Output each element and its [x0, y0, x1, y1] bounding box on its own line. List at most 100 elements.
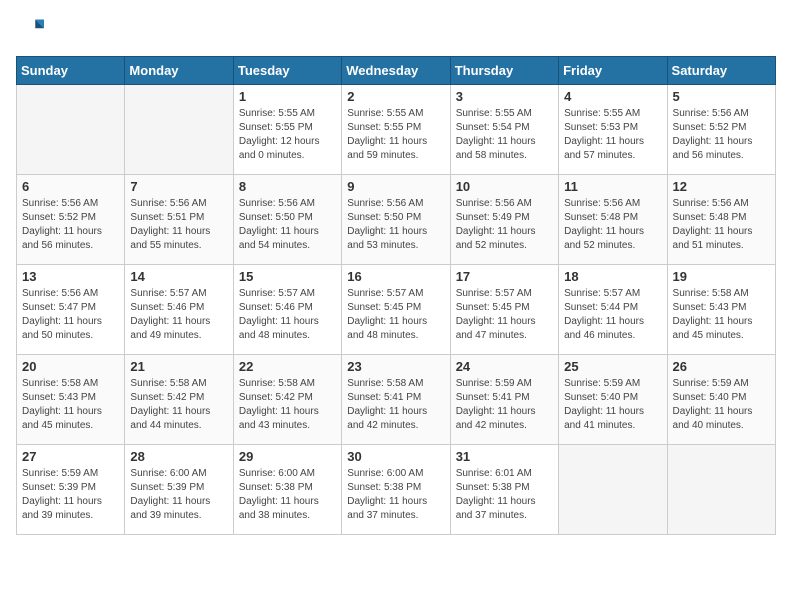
day-info: Sunrise: 5:56 AM Sunset: 5:52 PM Dayligh…: [22, 197, 119, 253]
day-number: 29: [239, 449, 336, 464]
day-number: 25: [564, 359, 661, 374]
day-number: 19: [673, 269, 770, 284]
calendar-cell: 11 Sunrise: 5:56 AM Sunset: 5:48 PM Dayli…: [559, 175, 667, 265]
day-number: 1: [239, 89, 336, 104]
day-number: 31: [456, 449, 553, 464]
calendar-cell: [125, 85, 233, 175]
day-number: 11: [564, 179, 661, 194]
calendar-week-row: 20 Sunrise: 5:58 AM Sunset: 5:43 PM Dayli…: [17, 355, 776, 445]
day-number: 23: [347, 359, 444, 374]
day-info: Sunrise: 5:56 AM Sunset: 5:47 PM Dayligh…: [22, 287, 119, 343]
weekday-header: Friday: [559, 57, 667, 85]
day-info: Sunrise: 5:59 AM Sunset: 5:39 PM Dayligh…: [22, 467, 119, 523]
day-info: Sunrise: 5:59 AM Sunset: 5:40 PM Dayligh…: [673, 377, 770, 433]
day-info: Sunrise: 5:58 AM Sunset: 5:41 PM Dayligh…: [347, 377, 444, 433]
day-info: Sunrise: 6:00 AM Sunset: 5:38 PM Dayligh…: [347, 467, 444, 523]
day-info: Sunrise: 5:57 AM Sunset: 5:46 PM Dayligh…: [130, 287, 227, 343]
calendar-cell: 10Sunrise: 5:56 AM Sunset: 5:49 PM Dayli…: [450, 175, 558, 265]
weekday-header: Wednesday: [342, 57, 450, 85]
day-info: Sunrise: 5:55 AM Sunset: 5:55 PM Dayligh…: [347, 107, 444, 163]
calendar-table: SundayMondayTuesdayWednesdayThursdayFrid…: [16, 56, 776, 535]
calendar-cell: [667, 445, 775, 535]
calendar-cell: 24 Sunrise: 5:59 AM Sunset: 5:41 PM Dayli…: [450, 355, 558, 445]
calendar-cell: 5 Sunrise: 5:56 AM Sunset: 5:52 PM Daylig…: [667, 85, 775, 175]
calendar-cell: 14Sunrise: 5:57 AM Sunset: 5:46 PM Dayli…: [125, 265, 233, 355]
calendar-cell: 29 Sunrise: 6:00 AM Sunset: 5:38 PM Dayli…: [233, 445, 341, 535]
calendar-cell: 17 Sunrise: 5:57 AM Sunset: 5:45 PM Dayli…: [450, 265, 558, 355]
day-number: 6: [22, 179, 119, 194]
logo: [16, 16, 48, 44]
calendar-cell: 20 Sunrise: 5:58 AM Sunset: 5:43 PM Dayli…: [17, 355, 125, 445]
calendar-cell: 4 Sunrise: 5:55 AM Sunset: 5:53 PM Daylig…: [559, 85, 667, 175]
page-header: [16, 16, 776, 44]
calendar-week-row: 6 Sunrise: 5:56 AM Sunset: 5:52 PM Daylig…: [17, 175, 776, 265]
day-info: Sunrise: 5:56 AM Sunset: 5:49 PM Dayligh…: [456, 197, 553, 253]
day-info: Sunrise: 5:59 AM Sunset: 5:41 PM Dayligh…: [456, 377, 553, 433]
day-number: 3: [456, 89, 553, 104]
day-info: Sunrise: 5:56 AM Sunset: 5:48 PM Dayligh…: [673, 197, 770, 253]
day-number: 7: [130, 179, 227, 194]
calendar-cell: 15 Sunrise: 5:57 AM Sunset: 5:46 PM Dayli…: [233, 265, 341, 355]
weekday-header: Sunday: [17, 57, 125, 85]
calendar-cell: 3Sunrise: 5:55 AM Sunset: 5:54 PM Daylig…: [450, 85, 558, 175]
calendar-cell: 19 Sunrise: 5:58 AM Sunset: 5:43 PM Dayli…: [667, 265, 775, 355]
day-number: 17: [456, 269, 553, 284]
day-number: 24: [456, 359, 553, 374]
day-info: Sunrise: 5:56 AM Sunset: 5:52 PM Dayligh…: [673, 107, 770, 163]
calendar-cell: 2 Sunrise: 5:55 AM Sunset: 5:55 PM Daylig…: [342, 85, 450, 175]
day-number: 27: [22, 449, 119, 464]
day-info: Sunrise: 5:55 AM Sunset: 5:55 PM Dayligh…: [239, 107, 336, 163]
calendar-cell: 31Sunrise: 6:01 AM Sunset: 5:38 PM Dayli…: [450, 445, 558, 535]
day-info: Sunrise: 5:58 AM Sunset: 5:43 PM Dayligh…: [22, 377, 119, 433]
calendar-cell: 7 Sunrise: 5:56 AM Sunset: 5:51 PM Daylig…: [125, 175, 233, 265]
day-number: 20: [22, 359, 119, 374]
calendar-week-row: 13 Sunrise: 5:56 AM Sunset: 5:47 PM Dayli…: [17, 265, 776, 355]
calendar-cell: 26 Sunrise: 5:59 AM Sunset: 5:40 PM Dayli…: [667, 355, 775, 445]
day-info: Sunrise: 6:00 AM Sunset: 5:38 PM Dayligh…: [239, 467, 336, 523]
weekday-header: Saturday: [667, 57, 775, 85]
day-info: Sunrise: 5:59 AM Sunset: 5:40 PM Dayligh…: [564, 377, 661, 433]
day-number: 30: [347, 449, 444, 464]
weekday-header: Monday: [125, 57, 233, 85]
day-info: Sunrise: 5:58 AM Sunset: 5:43 PM Dayligh…: [673, 287, 770, 343]
day-number: 18: [564, 269, 661, 284]
day-number: 26: [673, 359, 770, 374]
calendar-cell: 12 Sunrise: 5:56 AM Sunset: 5:48 PM Dayli…: [667, 175, 775, 265]
calendar-cell: 18Sunrise: 5:57 AM Sunset: 5:44 PM Dayli…: [559, 265, 667, 355]
weekday-header: Thursday: [450, 57, 558, 85]
calendar-week-row: 1 Sunrise: 5:55 AM Sunset: 5:55 PM Daylig…: [17, 85, 776, 175]
calendar-cell: 6 Sunrise: 5:56 AM Sunset: 5:52 PM Daylig…: [17, 175, 125, 265]
day-info: Sunrise: 5:57 AM Sunset: 5:45 PM Dayligh…: [456, 287, 553, 343]
calendar-week-row: 27 Sunrise: 5:59 AM Sunset: 5:39 PM Dayli…: [17, 445, 776, 535]
day-number: 9: [347, 179, 444, 194]
calendar-cell: 28Sunrise: 6:00 AM Sunset: 5:39 PM Dayli…: [125, 445, 233, 535]
calendar-cell: 22Sunrise: 5:58 AM Sunset: 5:42 PM Dayli…: [233, 355, 341, 445]
calendar-cell: [17, 85, 125, 175]
day-info: Sunrise: 6:00 AM Sunset: 5:39 PM Dayligh…: [130, 467, 227, 523]
day-info: Sunrise: 5:56 AM Sunset: 5:50 PM Dayligh…: [239, 197, 336, 253]
calendar-cell: 23 Sunrise: 5:58 AM Sunset: 5:41 PM Dayli…: [342, 355, 450, 445]
day-number: 21: [130, 359, 227, 374]
day-number: 2: [347, 89, 444, 104]
day-number: 12: [673, 179, 770, 194]
calendar-body: 1 Sunrise: 5:55 AM Sunset: 5:55 PM Daylig…: [17, 85, 776, 535]
day-info: Sunrise: 5:56 AM Sunset: 5:50 PM Dayligh…: [347, 197, 444, 253]
calendar-cell: [559, 445, 667, 535]
day-info: Sunrise: 5:56 AM Sunset: 5:51 PM Dayligh…: [130, 197, 227, 253]
calendar-cell: 21 Sunrise: 5:58 AM Sunset: 5:42 PM Dayli…: [125, 355, 233, 445]
calendar-header-row: SundayMondayTuesdayWednesdayThursdayFrid…: [17, 57, 776, 85]
calendar-cell: 25 Sunrise: 5:59 AM Sunset: 5:40 PM Dayli…: [559, 355, 667, 445]
day-number: 15: [239, 269, 336, 284]
day-number: 4: [564, 89, 661, 104]
day-number: 8: [239, 179, 336, 194]
day-info: Sunrise: 5:57 AM Sunset: 5:46 PM Dayligh…: [239, 287, 336, 343]
calendar-cell: 1 Sunrise: 5:55 AM Sunset: 5:55 PM Daylig…: [233, 85, 341, 175]
day-info: Sunrise: 5:58 AM Sunset: 5:42 PM Dayligh…: [239, 377, 336, 433]
day-info: Sunrise: 5:55 AM Sunset: 5:53 PM Dayligh…: [564, 107, 661, 163]
day-info: Sunrise: 5:58 AM Sunset: 5:42 PM Dayligh…: [130, 377, 227, 433]
calendar-cell: 30 Sunrise: 6:00 AM Sunset: 5:38 PM Dayli…: [342, 445, 450, 535]
day-number: 13: [22, 269, 119, 284]
day-number: 5: [673, 89, 770, 104]
day-number: 16: [347, 269, 444, 284]
day-info: Sunrise: 5:56 AM Sunset: 5:48 PM Dayligh…: [564, 197, 661, 253]
